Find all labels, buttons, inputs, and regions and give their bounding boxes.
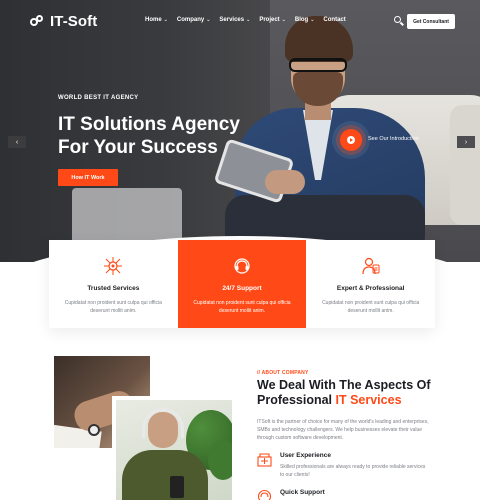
- chevron-down-icon: ⌄: [281, 17, 286, 23]
- hero-sofa-arm: [450, 105, 480, 225]
- service-card-expert[interactable]: Expert & Professional Cupidatat non proi…: [306, 240, 435, 328]
- top-navigation: IT-Soft Home ⌄ Company ⌄ Services ⌄ Proj…: [0, 0, 480, 44]
- menu-item-home[interactable]: Home ⌄: [145, 17, 168, 23]
- about-title-line1: We Deal With The Aspects Of: [257, 378, 431, 392]
- logo-icon: [30, 14, 46, 29]
- chevron-down-icon: ⌄: [206, 17, 211, 23]
- feature-title: User Experience: [280, 452, 331, 459]
- about-title: We Deal With The Aspects Of Professional…: [257, 378, 457, 408]
- service-card-text: Cupidatat non proident sunt culpa qui of…: [193, 300, 291, 314]
- menu-item-services[interactable]: Services ⌄: [219, 17, 250, 23]
- slider-next-arrow-icon[interactable]: ›: [457, 136, 475, 148]
- user-experience-icon: [257, 452, 272, 467]
- about-description: ITSoft is the partner of choice for many…: [257, 419, 429, 441]
- menu-item-label: Home: [145, 17, 162, 23]
- chevron-down-icon: ⌄: [163, 17, 168, 23]
- menu-item-label: Blog: [294, 17, 309, 23]
- services-cards: Trusted Services Cupidatat non proident …: [49, 240, 435, 328]
- network-icon: [103, 256, 123, 276]
- hero-title-line1: IT Solutions Agency: [58, 114, 240, 135]
- hero-title: IT Solutions Agency For Your Success: [58, 113, 278, 159]
- menu-item-label: Services: [219, 17, 245, 23]
- feature-user-experience: User Experience Skilled professionals ar…: [257, 452, 430, 479]
- logo-text: IT-Soft: [50, 13, 98, 30]
- about-image-person-headphones: [112, 396, 236, 500]
- how-it-work-button[interactable]: How IT Work: [58, 169, 118, 186]
- chevron-down-icon: ⌄: [246, 17, 251, 23]
- about-title-line2: Professional IT Services: [257, 393, 457, 408]
- feature-text: Skilled professionals are always ready t…: [280, 464, 426, 478]
- menu-item-label: Contact: [323, 17, 346, 23]
- service-card-title: Trusted Services: [87, 285, 140, 292]
- search-icon[interactable]: [394, 16, 404, 26]
- main-menu: Home ⌄ Company ⌄ Services ⌄ Project ⌄ Bl…: [145, 17, 346, 23]
- about-title-plain: Professional: [257, 393, 336, 407]
- menu-item-label: Company: [176, 17, 205, 23]
- slider-prev-arrow-icon[interactable]: ‹: [8, 136, 26, 148]
- service-card-trusted[interactable]: Trusted Services Cupidatat non proident …: [49, 240, 178, 328]
- menu-item-blog[interactable]: Blog ⌄: [295, 17, 315, 23]
- feature-title: Quick Support: [280, 489, 325, 496]
- feature-body: User Experience Skilled professionals ar…: [280, 452, 430, 479]
- get-consultant-button[interactable]: Get Consultant: [407, 14, 455, 29]
- service-card-title: Expert & Professional: [336, 285, 405, 292]
- service-card-support[interactable]: 24/7 Support Cupidatat non proident sunt…: [177, 240, 307, 328]
- video-intro-link[interactable]: See Our Introduction: [368, 136, 419, 142]
- menu-item-project[interactable]: Project ⌄: [259, 17, 286, 23]
- page: WORLD BEST IT AGENCY IT Solutions Agency…: [0, 0, 480, 500]
- menu-item-contact[interactable]: Contact: [323, 17, 345, 23]
- service-card-title: 24/7 Support: [222, 285, 262, 292]
- about-title-highlight: IT Services: [335, 393, 402, 407]
- site-logo[interactable]: IT-Soft: [30, 13, 97, 30]
- hero-tagline: WORLD BEST IT AGENCY: [58, 95, 139, 101]
- play-icon: [347, 136, 355, 144]
- feature-body: Quick Support: [280, 489, 325, 500]
- hero-laptop: [72, 188, 182, 244]
- menu-item-company[interactable]: Company ⌄: [177, 17, 211, 23]
- quick-support-icon: [257, 489, 272, 500]
- service-card-text: Cupidatat non proident sunt culpa qui of…: [322, 300, 420, 314]
- about-section-tag: // ABOUT COMPANY: [257, 370, 309, 376]
- play-video-button[interactable]: [340, 129, 362, 151]
- feature-quick-support: Quick Support: [257, 489, 325, 500]
- chevron-down-icon: ⌄: [310, 17, 315, 23]
- hero-title-line2: For Your Success: [58, 137, 218, 158]
- support-icon: [232, 256, 252, 276]
- menu-item-label: Project: [259, 17, 280, 23]
- service-card-text: Cupidatat non proident sunt culpa qui of…: [64, 300, 162, 314]
- expert-icon: [361, 256, 381, 276]
